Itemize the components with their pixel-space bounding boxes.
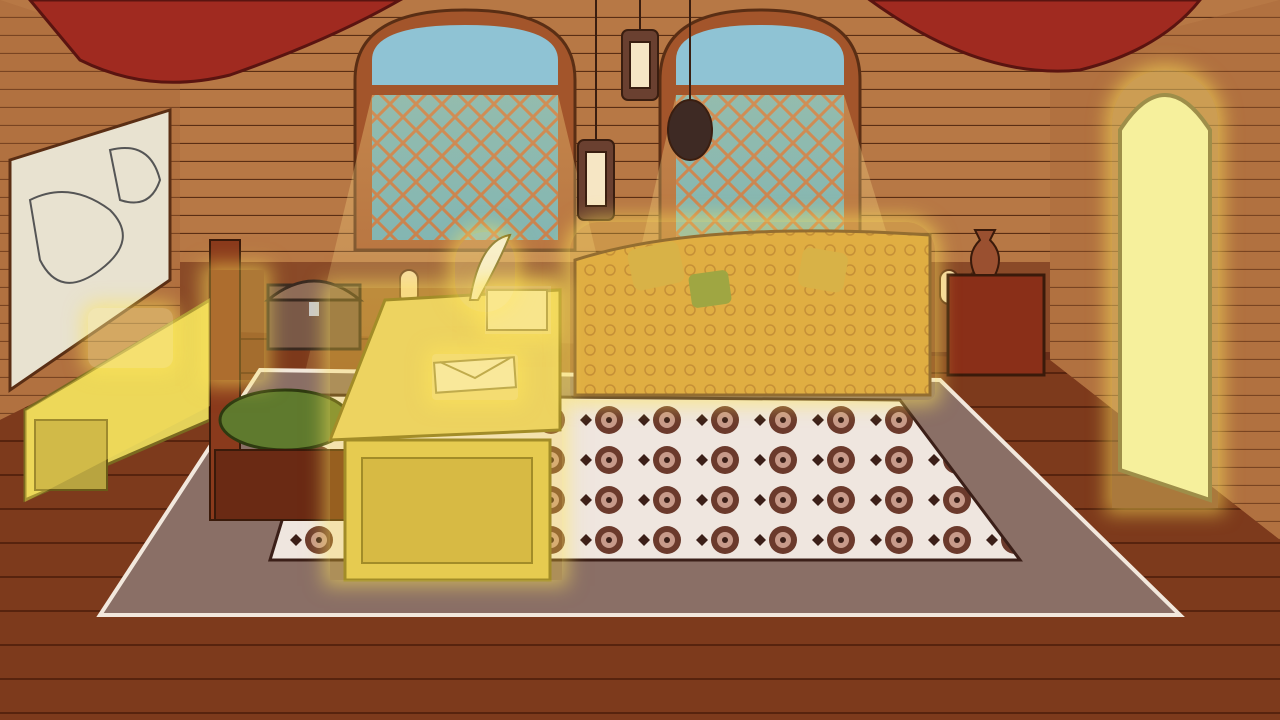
lantern-icon: [640, 60, 641, 61]
chest-icon: [314, 310, 315, 311]
wooden-box-hotspot[interactable]: [485, 286, 551, 334]
map-icon: [80, 220, 81, 221]
chair-back-hotspot[interactable]: [208, 270, 264, 380]
scroll-papers-hotspot[interactable]: [88, 308, 173, 368]
pitcher-icon: [985, 250, 986, 251]
sofa-hotspot[interactable]: [570, 222, 935, 400]
cabin-door-hotspot[interactable]: [1112, 70, 1218, 508]
letters-hotspot[interactable]: [432, 354, 518, 400]
window-icon: [465, 150, 466, 151]
